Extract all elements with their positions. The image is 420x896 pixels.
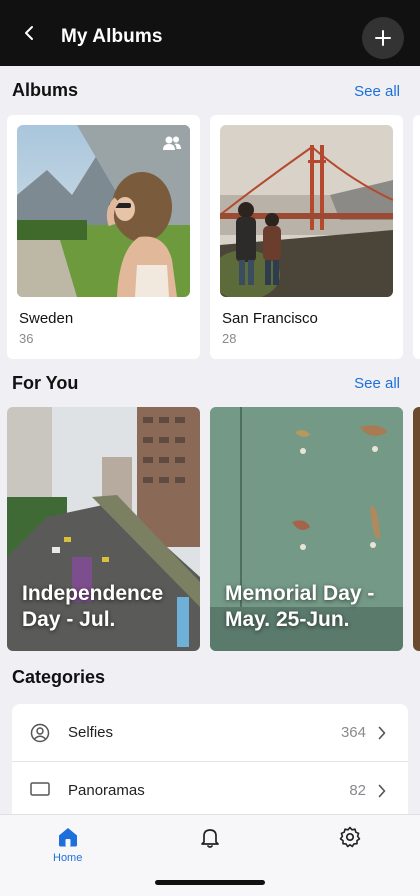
category-label: Selfies: [68, 724, 114, 741]
album-name: San Francisco: [222, 310, 318, 327]
home-icon: [58, 828, 77, 847]
bell-icon: [201, 829, 219, 848]
memory-label: Memorial Day - May. 25-Jun.: [225, 582, 375, 631]
category-row-panoramas[interactable]: Panoramas 82: [12, 762, 408, 820]
album-count: 28: [222, 331, 237, 346]
gear-icon: [339, 826, 361, 848]
album-thumbnail: [220, 125, 393, 297]
shared-icon: [162, 135, 182, 156]
albums-heading: Albums: [12, 80, 79, 100]
chevron-right-icon: [378, 784, 386, 803]
album-card-san-francisco[interactable]: San Francisco 28: [210, 115, 403, 359]
home-indicator: [155, 880, 265, 885]
person-circle-icon: [30, 723, 50, 748]
category-row-selfies[interactable]: Selfies 364: [12, 704, 408, 762]
add-album-button[interactable]: [362, 17, 404, 59]
memory-card-independence-day[interactable]: Independence Day - Jul.: [7, 407, 200, 651]
albums-see-all-link[interactable]: See all: [354, 83, 400, 100]
category-count: 82: [349, 782, 366, 799]
album-name: Sweden: [19, 310, 74, 327]
album-card-sweden[interactable]: Sweden 36: [7, 115, 200, 359]
album-thumbnail: [17, 125, 190, 297]
chevron-right-icon: [378, 726, 386, 745]
album-count: 36: [19, 331, 34, 346]
page-title: My Albums: [61, 26, 163, 47]
tab-notifications[interactable]: [198, 825, 222, 849]
memory-card-memorial-day[interactable]: Memorial Day - May. 25-Jun.: [210, 407, 403, 651]
back-button[interactable]: [18, 22, 40, 44]
memory-card-peek[interactable]: [413, 407, 420, 651]
tab-settings[interactable]: [338, 825, 362, 849]
top-bar: My Albums: [0, 0, 420, 66]
category-label: Panoramas: [68, 782, 145, 799]
categories-list: Selfies 364 Panoramas 82: [12, 704, 408, 820]
category-count: 364: [340, 724, 366, 741]
plus-icon: [375, 30, 391, 46]
memory-label: Independence Day - Jul.: [22, 582, 164, 631]
categories-heading: Categories: [12, 667, 106, 687]
for-you-see-all-link[interactable]: See all: [354, 375, 400, 392]
for-you-heading: For You: [12, 373, 79, 393]
tab-home-label: Home: [53, 852, 83, 864]
tab-home[interactable]: Home: [53, 825, 82, 864]
album-card-peek[interactable]: [413, 115, 420, 359]
chevron-left-icon: [25, 26, 33, 40]
panorama-icon: [30, 781, 50, 802]
